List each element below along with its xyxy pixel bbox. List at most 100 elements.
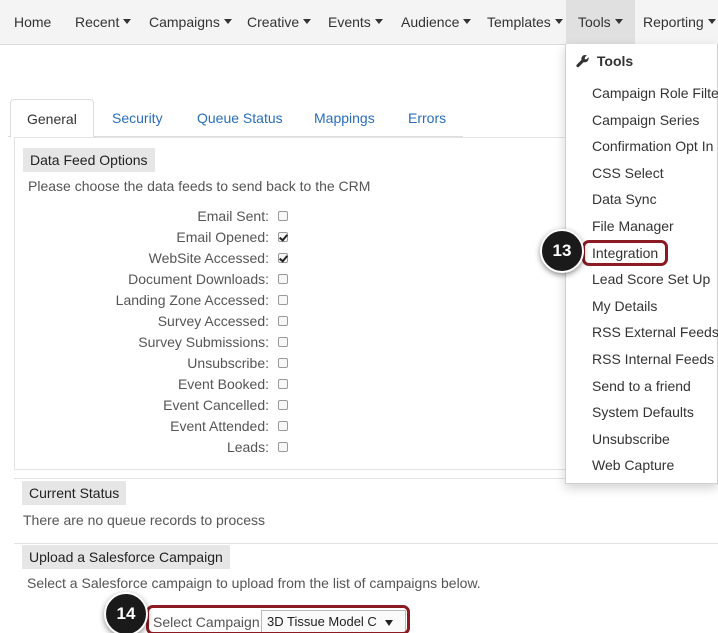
data-feed-option: Event Booked: [15,374,295,395]
upload-campaign-help: Select a Salesforce campaign to upload f… [27,575,481,591]
data-feed-option-label: Document Downloads: [128,271,269,287]
data-feed-option-checkbox[interactable] [278,253,288,263]
tab-general-label: General [27,111,77,127]
data-feed-option-checkbox[interactable] [278,211,288,221]
data-feed-option: Event Attended: [15,416,295,437]
tools-menu-item-data-sync[interactable]: Data Sync [592,191,657,207]
chevron-down-icon [223,18,232,24]
chevron-down-icon [707,18,716,24]
tab-mappings[interactable]: Mappings [314,99,375,137]
tools-menu-item-campaign-series[interactable]: Campaign Series [592,112,699,128]
current-status-panel: Current Status There are no queue record… [14,478,718,536]
nav-reporting[interactable]: Reporting [643,0,716,45]
tools-menu-item-rss-external-feeds[interactable]: RSS External Feeds [592,324,718,340]
wrench-icon [576,55,589,68]
nav-creative[interactable]: Creative [247,0,312,45]
upload-campaign-title: Upload a Salesforce Campaign [22,545,230,569]
tools-menu-item-rss-internal-feeds[interactable]: RSS Internal Feeds [592,351,714,367]
nav-home-label: Home [14,14,52,30]
tools-menu-item-confirmation-opt-in[interactable]: Confirmation Opt In [592,138,713,154]
data-feed-option-label: Survey Accessed: [157,313,269,329]
nav-reporting-label: Reporting [643,14,704,30]
chevron-down-icon [374,18,383,24]
chevron-down-icon [303,18,312,24]
nav-campaigns[interactable]: Campaigns [149,0,232,45]
nav-templates-label: Templates [487,14,551,30]
data-feed-title: Data Feed Options [23,148,155,172]
tab-errors-label: Errors [408,110,447,126]
tab-queue-status-label: Queue Status [197,110,283,126]
data-feed-option: Event Cancelled: [15,395,295,416]
select-campaign-highlight [146,605,410,633]
data-feed-option-checkbox[interactable] [278,274,288,284]
tab-general[interactable]: General [10,99,94,138]
data-feed-option: Survey Accessed: [15,311,295,332]
integration-highlight [582,240,668,266]
nav-recent-label: Recent [75,14,120,30]
nav-audience-label: Audience [401,14,460,30]
data-feed-option: Email Sent: [15,206,295,227]
nav-creative-label: Creative [247,14,300,30]
data-feed-help: Please choose the data feeds to send bac… [28,178,371,194]
data-feed-option: Document Downloads: [15,269,295,290]
data-feed-option: Unsubscribe: [15,353,295,374]
chevron-down-icon [123,18,132,24]
tools-menu-item-css-select[interactable]: CSS Select [592,165,664,181]
tab-errors[interactable]: Errors [408,99,446,137]
tools-menu-item-campaign-role-filter[interactable]: Campaign Role Filter [592,85,718,101]
step-14-badge: 14 [104,592,148,633]
nav-audience[interactable]: Audience [401,0,472,45]
chevron-down-icon [463,18,472,24]
chevron-down-icon [554,18,563,24]
tab-queue-status[interactable]: Queue Status [197,99,283,137]
tools-menu-item-web-capture[interactable]: Web Capture [592,457,674,473]
tools-menu-item-send-to-a-friend[interactable]: Send to a friend [592,378,691,394]
nav-tools[interactable]: Tools [566,0,635,45]
data-feed-option-label: Event Cancelled: [163,397,269,413]
tools-menu-item-lead-score-set-up[interactable]: Lead Score Set Up [592,271,710,287]
nav-recent[interactable]: Recent [75,0,132,45]
tools-menu-item-system-defaults[interactable]: System Defaults [592,404,694,420]
tab-security-label: Security [112,110,163,126]
data-feed-option-checkbox[interactable] [278,337,288,347]
tab-security[interactable]: Security [112,99,163,137]
data-feed-option-label: WebSite Accessed: [148,250,269,266]
data-feed-option-checkbox[interactable] [278,232,288,242]
data-feed-option: Landing Zone Accessed: [15,290,295,311]
data-feed-option: WebSite Accessed: [15,248,295,269]
data-feed-option-label: Landing Zone Accessed: [115,292,269,308]
nav-tools-label: Tools [578,14,611,30]
top-navbar: Home Recent Campaigns Creative Events Au… [0,0,718,45]
nav-events[interactable]: Events [328,0,383,45]
data-feed-option-checkbox[interactable] [278,442,288,452]
nav-campaigns-label: Campaigns [149,14,220,30]
data-feed-option: Survey Submissions: [15,332,295,353]
data-feed-option-label: Unsubscribe: [187,355,269,371]
tools-menu-header-label: Tools [596,53,634,69]
data-feed-option-label: Event Booked: [177,376,269,392]
current-status-title: Current Status [22,481,127,505]
integration-tabs: General Security Queue Status Mappings E… [8,99,463,138]
nav-home[interactable]: Home [14,0,51,45]
data-feed-option-checkbox[interactable] [278,421,288,431]
data-feed-option-checkbox[interactable] [278,316,288,326]
tools-menu-header: Tools [576,53,633,69]
nav-events-label: Events [328,14,371,30]
current-status-message: There are no queue records to process [23,512,266,528]
data-feed-option-label: Email Opened: [176,229,269,245]
data-feed-option: Email Opened: [15,227,295,248]
tab-mappings-label: Mappings [314,110,375,126]
tools-menu-item-my-details[interactable]: My Details [592,298,657,314]
step-13-badge: 13 [540,229,584,273]
data-feed-option-checkbox[interactable] [278,295,288,305]
data-feed-option: Leads: [15,437,295,458]
data-feed-option-label: Survey Submissions: [138,334,269,350]
data-feed-option-checkbox[interactable] [278,400,288,410]
chevron-down-icon [614,18,623,24]
tools-menu-item-file-manager[interactable]: File Manager [592,218,674,234]
data-feed-option-checkbox[interactable] [278,358,288,368]
data-feed-option-checkbox[interactable] [278,379,288,389]
nav-templates[interactable]: Templates [487,0,563,45]
data-feed-option-label: Email Sent: [197,208,269,224]
tools-menu-item-unsubscribe[interactable]: Unsubscribe [592,431,670,447]
